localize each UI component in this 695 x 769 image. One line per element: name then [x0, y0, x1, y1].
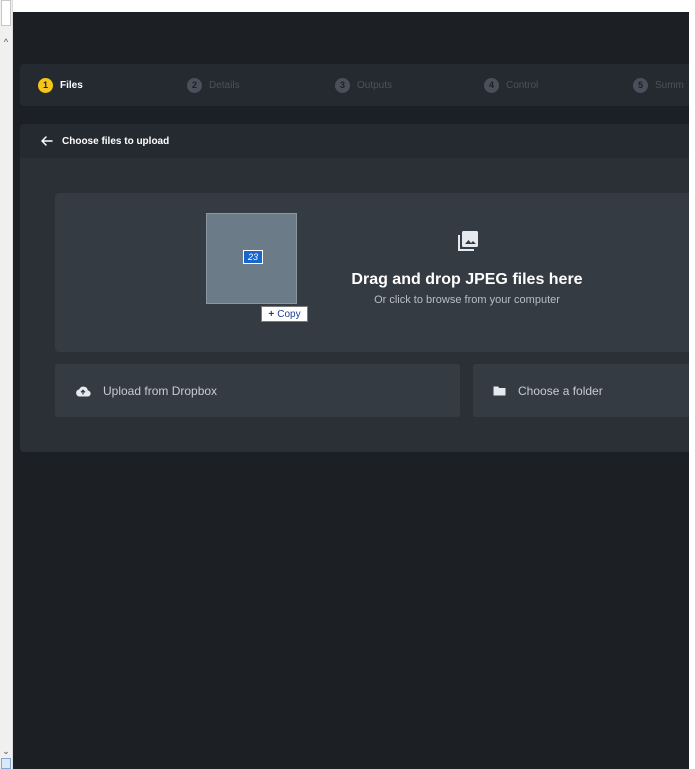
choose-folder-button[interactable]: Choose a folder [473, 364, 689, 417]
dropbox-label: Upload from Dropbox [103, 383, 218, 398]
scrollbar-top-block [1, 0, 11, 26]
upload-stepper: 1 Files 2 Details 3 Outputs 4 Control 5 … [20, 64, 689, 106]
plus-icon: + [268, 308, 275, 320]
back-button[interactable] [32, 124, 62, 158]
step-number: 3 [335, 77, 350, 93]
step-label: Files [60, 79, 83, 91]
cloud-upload-icon [76, 386, 91, 397]
arrow-left-icon [41, 136, 53, 146]
dropzone-subtitle: Or click to browse from your computer [374, 294, 560, 306]
scroll-up-icon[interactable]: ^ [0, 36, 12, 48]
step-label: Control [506, 79, 539, 91]
step-summary[interactable]: 5 Summ [633, 64, 684, 106]
photo-library-icon [458, 231, 478, 251]
step-control[interactable]: 4 Control [484, 64, 538, 106]
copy-label: Copy [277, 308, 301, 320]
folder-label: Choose a folder [518, 383, 603, 398]
step-label: Outputs [357, 79, 393, 91]
window-top-edge [13, 0, 695, 12]
folder-icon [493, 386, 506, 396]
window-right-edge [689, 0, 695, 769]
panel-title: Choose files to upload [62, 135, 170, 147]
scroll-down-icon[interactable]: ⌄ [0, 745, 12, 757]
step-details[interactable]: 2 Details [187, 64, 240, 106]
upload-panel: Choose files to upload Drag and drop JPE… [20, 124, 689, 452]
file-dropzone[interactable]: Drag and drop JPEG files here Or click t… [55, 193, 689, 352]
step-number: 1 [38, 77, 53, 93]
step-outputs[interactable]: 3 Outputs [335, 64, 392, 106]
step-number: 5 [633, 77, 648, 93]
drag-preview-thumbnail: 23 [206, 213, 297, 304]
upload-from-dropbox-button[interactable]: Upload from Dropbox [55, 364, 460, 417]
panel-header: Choose files to upload [20, 124, 689, 158]
step-number: 4 [484, 77, 499, 93]
drag-copy-tooltip: + Copy [261, 306, 308, 322]
drag-file-count-badge: 23 [243, 250, 263, 264]
step-files[interactable]: 1 Files [38, 64, 83, 106]
scrollbar-bottom-block [1, 758, 11, 769]
browser-scrollbar[interactable]: ^ ⌄ [0, 0, 13, 769]
step-label: Details [209, 79, 240, 91]
step-number: 2 [187, 77, 202, 93]
step-label: Summ [655, 79, 684, 91]
dropzone-title: Drag and drop JPEG files here [351, 271, 583, 288]
